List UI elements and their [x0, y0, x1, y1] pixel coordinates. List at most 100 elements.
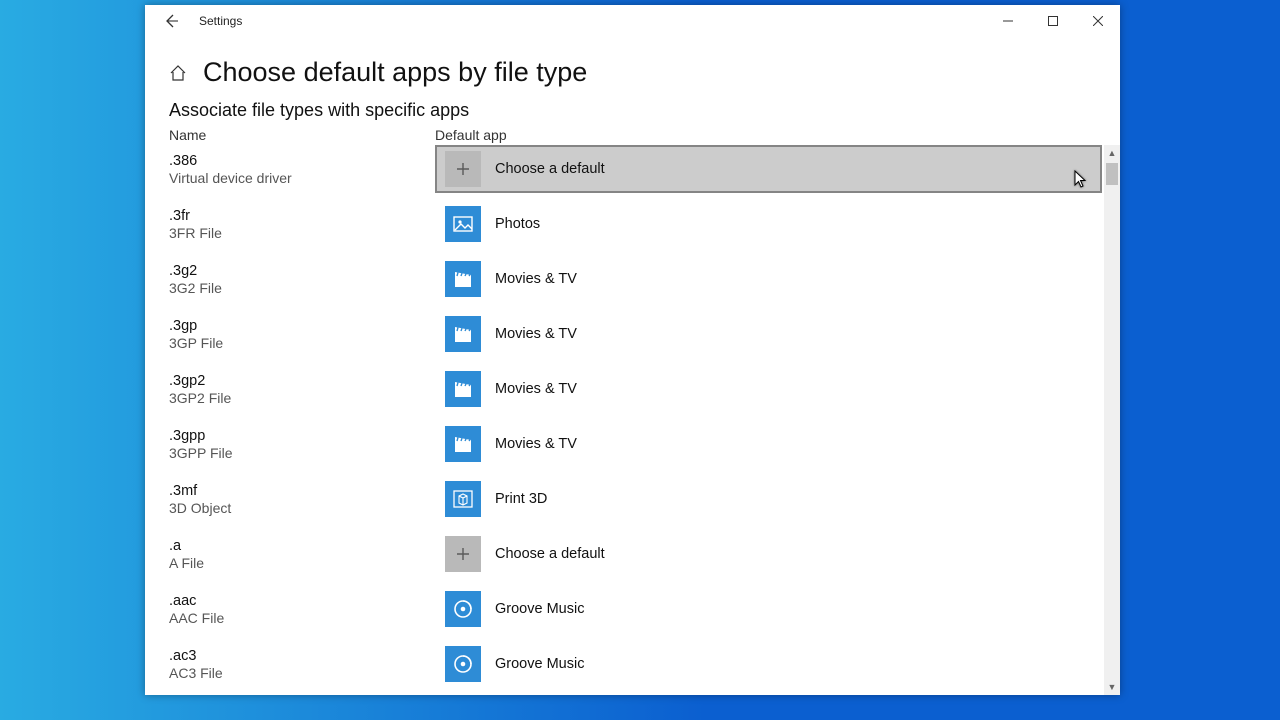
back-button[interactable]: [155, 5, 187, 37]
file-type-cell: .3gpp3GPP File: [169, 420, 435, 461]
movies-tv-icon: [445, 316, 481, 352]
default-app-button-movies-tv[interactable]: Movies & TV: [435, 255, 1104, 303]
default-app-cell: Groove Music: [435, 640, 1104, 688]
maximize-button[interactable]: [1030, 5, 1075, 37]
default-app-button-movies-tv[interactable]: Movies & TV: [435, 310, 1104, 358]
file-type-row: .3mf3D Object Print 3D: [145, 475, 1104, 530]
file-description: 3GPP File: [169, 445, 435, 461]
titlebar: Settings: [145, 5, 1120, 37]
file-type-row: .386Virtual device driver Choose a defaul…: [145, 145, 1104, 200]
file-extension: .ac3: [169, 648, 435, 664]
groove-music-icon: [445, 591, 481, 627]
default-app-button-groove-music[interactable]: Groove Music: [435, 585, 1104, 633]
settings-window: Settings Choose default apps by file typ…: [145, 5, 1120, 695]
file-extension: .3gpp: [169, 428, 435, 444]
default-app-cell: Movies & TV: [435, 310, 1104, 358]
file-type-cell: .ac3AC3 File: [169, 640, 435, 681]
file-description: A File: [169, 555, 435, 571]
default-app-label: Movies & TV: [495, 326, 577, 342]
default-app-cell: Print 3D: [435, 475, 1104, 523]
file-description: 3GP File: [169, 335, 435, 351]
file-type-row: .aA File Choose a default: [145, 530, 1104, 585]
default-app-button-photos[interactable]: Photos: [435, 200, 1104, 248]
file-type-cell: .386Virtual device driver: [169, 145, 435, 186]
file-type-cell: .3g23G2 File: [169, 255, 435, 296]
minimize-button[interactable]: [985, 5, 1030, 37]
default-app-label: Movies & TV: [495, 381, 577, 397]
default-app-button-movies-tv[interactable]: Movies & TV: [435, 365, 1104, 413]
home-icon[interactable]: [169, 64, 187, 82]
file-type-row: .3gpp3GPP File Movies & TV: [145, 420, 1104, 475]
window-title: Settings: [199, 14, 242, 28]
close-button[interactable]: [1075, 5, 1120, 37]
file-type-cell: .3gp3GP File: [169, 310, 435, 351]
default-app-label: Choose a default: [495, 161, 605, 177]
default-app-label: Groove Music: [495, 656, 584, 672]
file-extension: .3g2: [169, 263, 435, 279]
file-description: 3D Object: [169, 500, 435, 516]
file-type-cell: .3mf3D Object: [169, 475, 435, 516]
default-app-cell: Movies & TV: [435, 420, 1104, 468]
column-header-default-app: Default app: [435, 127, 507, 143]
file-extension: .3gp: [169, 318, 435, 334]
file-type-cell: .aacAAC File: [169, 585, 435, 626]
movies-tv-icon: [445, 261, 481, 297]
scroll-down-arrow[interactable]: ▼: [1104, 679, 1120, 695]
file-description: AAC File: [169, 610, 435, 626]
default-app-label: Choose a default: [495, 546, 605, 562]
file-description: Virtual device driver: [169, 170, 435, 186]
photos-icon: [445, 206, 481, 242]
file-type-row: .3gp23GP2 File Movies & TV: [145, 365, 1104, 420]
default-app-cell: Movies & TV: [435, 365, 1104, 413]
header: Choose default apps by file type: [145, 37, 1120, 98]
file-type-row: .3gp3GP File Movies & TV: [145, 310, 1104, 365]
file-description: 3GP2 File: [169, 390, 435, 406]
file-type-cell: .3fr3FR File: [169, 200, 435, 241]
default-app-cell: Choose a default: [435, 530, 1104, 578]
default-app-button-choose-default[interactable]: Choose a default: [435, 145, 1102, 193]
default-app-button-choose-default[interactable]: Choose a default: [435, 530, 1104, 578]
file-type-row: .3g23G2 File Movies & TV: [145, 255, 1104, 310]
movies-tv-icon: [445, 426, 481, 462]
file-type-cell: .aA File: [169, 530, 435, 571]
file-type-list: .386Virtual device driver Choose a defaul…: [145, 145, 1120, 695]
file-type-row: .aacAAC File Groove Music: [145, 585, 1104, 640]
scroll-up-arrow[interactable]: ▲: [1104, 145, 1120, 161]
page-title: Choose default apps by file type: [203, 57, 587, 88]
page-subheader: Associate file types with specific apps: [145, 98, 1120, 127]
movies-tv-icon: [445, 371, 481, 407]
file-description: 3FR File: [169, 225, 435, 241]
file-extension: .aac: [169, 593, 435, 609]
file-extension: .3fr: [169, 208, 435, 224]
column-header-name: Name: [169, 127, 435, 143]
default-app-cell: Photos: [435, 200, 1104, 248]
file-extension: .a: [169, 538, 435, 554]
default-app-label: Print 3D: [495, 491, 547, 507]
default-app-label: Groove Music: [495, 601, 584, 617]
vertical-scrollbar[interactable]: ▲ ▼: [1104, 145, 1120, 695]
default-app-button-movies-tv[interactable]: Movies & TV: [435, 420, 1104, 468]
file-type-row: .3fr3FR File Photos: [145, 200, 1104, 255]
scroll-thumb[interactable]: [1106, 163, 1118, 185]
column-headers: Name Default app: [145, 127, 1120, 145]
print-3d-icon: [445, 481, 481, 517]
file-extension: .386: [169, 153, 435, 169]
file-type-cell: .3gp23GP2 File: [169, 365, 435, 406]
default-app-label: Photos: [495, 216, 540, 232]
default-app-cell: Groove Music: [435, 585, 1104, 633]
choose-default-icon: [445, 536, 481, 572]
window-controls: [985, 5, 1120, 37]
default-app-button-print-3d[interactable]: Print 3D: [435, 475, 1104, 523]
file-extension: .3mf: [169, 483, 435, 499]
default-app-label: Movies & TV: [495, 436, 577, 452]
groove-music-icon: [445, 646, 481, 682]
default-app-cell: Movies & TV: [435, 255, 1104, 303]
choose-default-icon: [445, 151, 481, 187]
default-app-label: Movies & TV: [495, 271, 577, 287]
file-description: AC3 File: [169, 665, 435, 681]
file-extension: .3gp2: [169, 373, 435, 389]
default-app-button-groove-music[interactable]: Groove Music: [435, 640, 1104, 688]
file-type-row: .ac3AC3 File Groove Music: [145, 640, 1104, 695]
default-app-cell: Choose a default: [435, 145, 1104, 193]
file-description: 3G2 File: [169, 280, 435, 296]
